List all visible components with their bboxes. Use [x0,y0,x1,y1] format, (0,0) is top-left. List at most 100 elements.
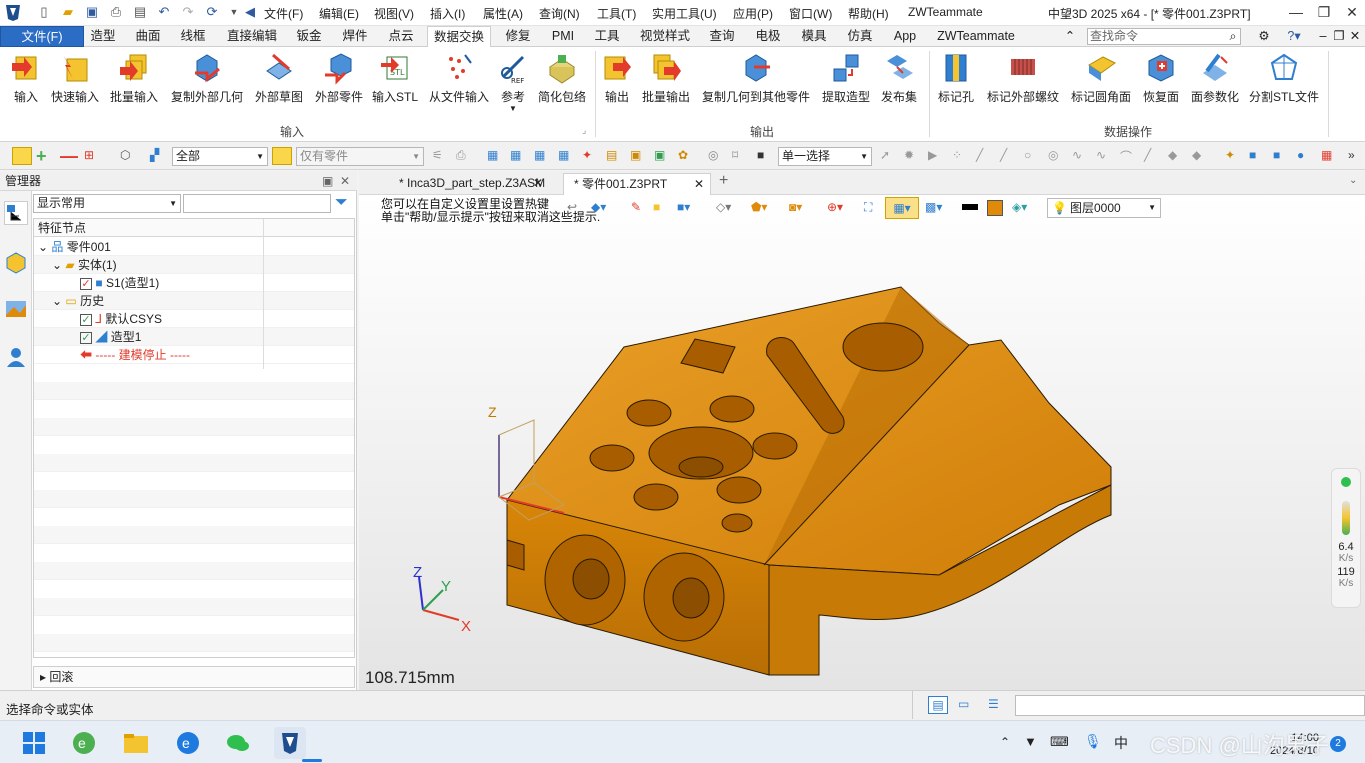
tab-weldment[interactable]: 焊件 [340,26,370,47]
checkbox-checked-icon[interactable]: ✓ [80,313,92,326]
tool-icon[interactable]: ▤ [606,148,622,164]
import-stl-button[interactable]: STL 输入STL [372,51,418,105]
refresh-icon[interactable]: ⟳ [204,4,220,20]
zw3d-taskbar-icon[interactable] [274,727,306,759]
import-from-file-button[interactable]: 从文件输入 [427,51,491,105]
tab-modeling[interactable]: 造型 [88,26,118,47]
pick-icon[interactable] [12,147,32,165]
plane-icon[interactable]: ◆ [1192,148,1208,164]
tab-sheet-metal[interactable]: 钣金 [294,26,324,47]
tab-zwteammate[interactable]: ZWTeammate [935,26,1017,47]
view-manager-icon[interactable] [4,297,28,321]
menu-query[interactable]: 查询(N) [539,5,580,22]
panel-minimize-icon[interactable]: – [1316,26,1330,47]
tool-icon[interactable]: ▣ [654,148,670,164]
chevron-down-icon[interactable]: ⌄ [52,258,62,272]
line-icon[interactable]: ╱ [976,148,992,164]
chevron-down-icon[interactable]: ▼ [226,4,242,20]
tab-simulation[interactable]: 仿真 [845,26,875,47]
grid-icon[interactable]: ▦ [1321,148,1337,164]
more-icon[interactable]: » [1348,148,1364,164]
snap-icon[interactable]: ⌑ [732,148,748,164]
box-select-icon[interactable]: ⊞ [84,148,100,164]
stop-icon[interactable]: ■ [757,148,773,164]
input-method-icon[interactable]: 中 [1114,733,1128,753]
tool-icon[interactable]: ✦ [582,148,598,164]
menu-insert[interactable]: 插入(I) [430,5,465,22]
tree-node-stop-modeling[interactable]: ⬅ ----- 建模停止 ----- [34,346,354,364]
quick-import-button[interactable]: 快速输入 [49,51,101,105]
menu-zwteammate[interactable]: ZWTeammate [908,5,983,19]
tree-node-shape1[interactable]: ✓ ◢ 造型1 [34,328,354,346]
tab-assembly-doc[interactable]: * Inca3D_part_step.Z3ASM ✕ [389,173,549,195]
feature-tree-icon[interactable] [4,201,28,225]
print-icon[interactable]: ⎙ [108,4,124,20]
batch-export-button[interactable]: 批量输出 [639,51,693,105]
funnel-filter-icon[interactable]: ⏷ [335,194,348,212]
circle-icon[interactable]: ○ [1024,148,1040,164]
extract-shape-button[interactable]: 提取造型 [820,51,872,105]
cube-icon[interactable]: ■ [1273,148,1289,164]
menu-view[interactable]: 视图(V) [374,5,414,22]
export-button[interactable]: 输出 [600,51,634,105]
arc-icon[interactable]: ⌒ [1120,148,1136,164]
snap-icon[interactable]: ◎ [708,148,724,164]
chevron-down-icon[interactable]: ⌄ [38,240,48,254]
light-icon[interactable]: ✦ [1225,148,1241,164]
tab-wireframe[interactable]: 线框 [178,26,208,47]
tab-electrode[interactable]: 电极 [753,26,783,47]
tool-icon[interactable]: ▦ [534,148,550,164]
print-filter-icon[interactable]: ⎙ [456,148,472,164]
select-mode-dropdown[interactable]: 单一选择 ▼ [778,147,872,166]
gear-icon[interactable]: ⚙ [1256,26,1272,47]
part-filter-dropdown[interactable]: 仅有零件 ▼ [296,147,424,166]
tab-tools[interactable]: 工具 [592,26,622,47]
command-input[interactable] [1015,695,1365,716]
reference-dropdown-icon[interactable]: ▼ [496,105,530,113]
edge-icon[interactable]: e [172,727,204,759]
close-icon[interactable]: ✕ [340,171,350,191]
tab-app[interactable]: App [890,26,920,47]
tree-node-default-csys[interactable]: ✓ ⅃ 默认CSYS [34,310,354,328]
restore-icon[interactable]: ❐ [1310,2,1338,22]
filter-dropdown[interactable]: 全部 ▼ [172,147,268,166]
publish-set-button[interactable]: 发布集 [878,51,920,105]
tab-visual-style[interactable]: 视觉样式 [638,26,692,47]
pin-icon[interactable]: ▣ [322,171,333,191]
command-search-input[interactable]: 查找命令 [1087,28,1241,45]
file-explorer-icon[interactable] [120,727,152,759]
tab-query[interactable]: 查询 [707,26,737,47]
mark-hole-button[interactable]: 标记孔 [935,51,977,105]
sphere-icon[interactable]: ● [1297,148,1313,164]
restore-face-button[interactable]: 恢复面 [1141,51,1181,105]
simplified-envelope-button[interactable]: 简化包络 [535,51,589,105]
dots-icon[interactable]: ⁘ [952,148,968,164]
settings-filter-icon[interactable]: ⚟ [432,148,448,164]
copy-external-geometry-button[interactable]: 复制外部几何 [168,51,246,105]
group-expand-icon[interactable]: ⌟ [582,125,586,136]
mark-fillet-face-button[interactable]: 标记圆角面 [1068,51,1134,105]
curve-icon[interactable]: ∿ [1096,148,1112,164]
add-icon[interactable]: + [36,147,52,165]
menu-window[interactable]: 窗口(W) [789,5,832,22]
menu-help[interactable]: 帮助(H) [848,5,889,22]
part-filter-icon[interactable] [272,147,292,165]
edge-dev-icon[interactable]: e [68,727,100,759]
list-icon[interactable]: ☰ [988,697,999,711]
tab-pmi[interactable]: PMI [548,26,578,47]
add-tab-icon[interactable]: + [719,172,728,190]
menu-apps[interactable]: 应用(P) [733,5,773,22]
tab-repair[interactable]: 修复 [503,26,533,47]
play-icon[interactable]: ▶ [928,148,944,164]
external-part-button[interactable]: 外部零件 [312,51,366,105]
part-model[interactable]: Z Z Y X [359,195,1365,690]
batch-import-button[interactable]: 批量输入 [108,51,160,105]
back-icon[interactable]: ◀ [242,4,258,20]
redo-icon[interactable]: ↷ [180,4,196,20]
tool-icon[interactable]: ▦ [487,148,503,164]
close-icon[interactable]: ✕ [1338,2,1365,22]
collapse-ribbon-icon[interactable]: ⌃ [1062,26,1078,47]
mark-external-thread-button[interactable]: 标记外部螺纹 [984,51,1062,105]
tool-icon[interactable]: ▦ [558,148,574,164]
cube-icon[interactable]: ■ [1249,148,1265,164]
